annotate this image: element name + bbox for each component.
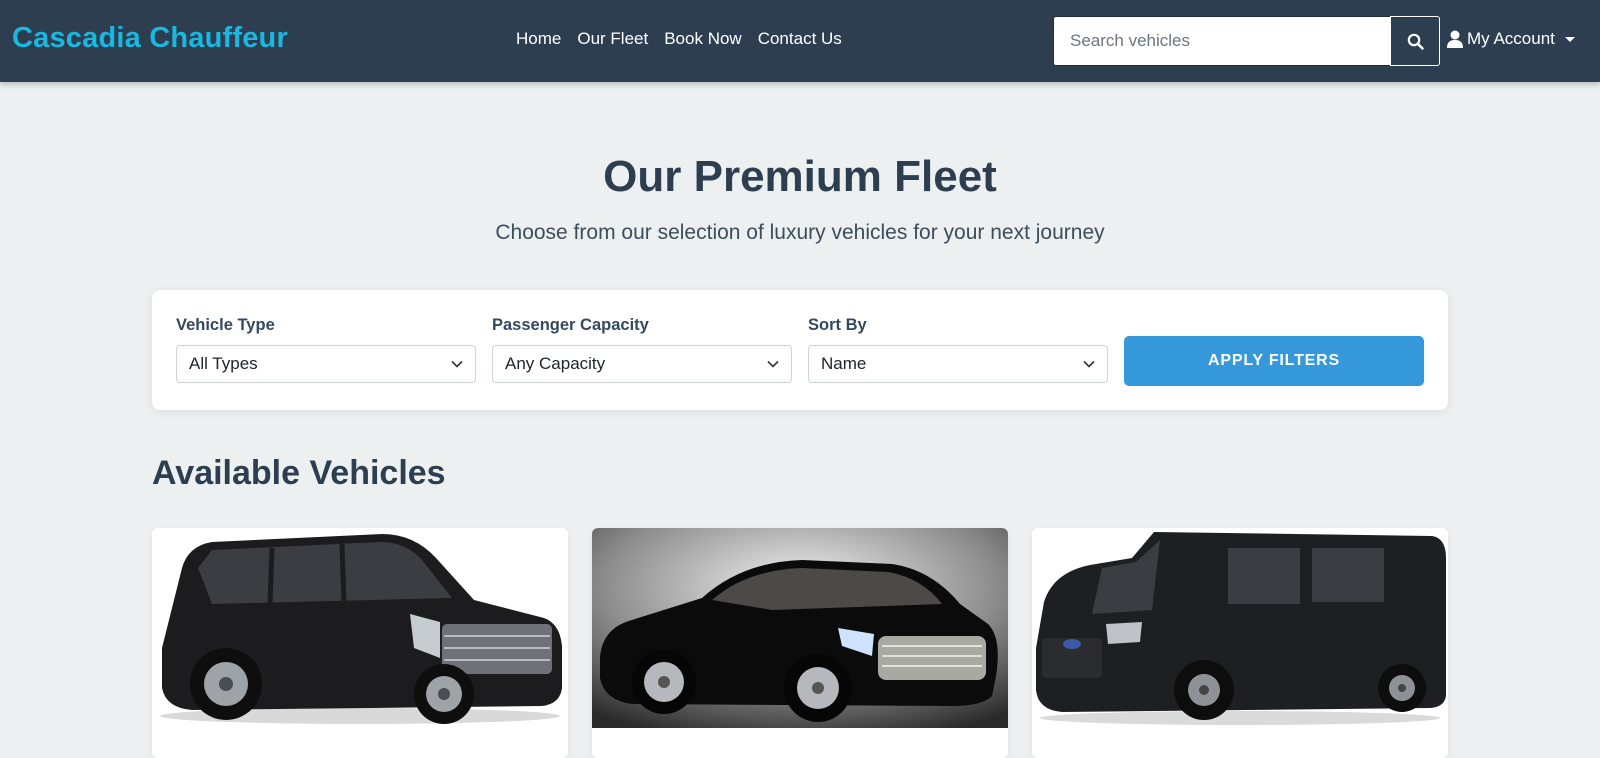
chevron-down-icon [451, 360, 463, 368]
brand-logo[interactable]: Cascadia Chauffeur [12, 22, 288, 55]
sort-filter: Sort By Name [808, 316, 1108, 383]
chevron-down-icon [767, 360, 779, 368]
vehicle-type-value: All Types [189, 354, 258, 373]
capacity-filter: Passenger Capacity Any Capacity [492, 316, 792, 383]
sort-select[interactable]: Name [808, 345, 1108, 383]
vehicle-card[interactable] [152, 528, 568, 758]
nav-our-fleet[interactable]: Our Fleet [569, 29, 656, 49]
page-subtitle: Choose from our selection of luxury vehi… [495, 221, 1105, 244]
nav-contact-us[interactable]: Contact Us [750, 29, 850, 49]
caret-down-icon [1564, 36, 1575, 42]
capacity-label: Passenger Capacity [492, 316, 649, 334]
page-title: Our Premium Fleet [603, 152, 997, 201]
user-icon [1447, 30, 1463, 48]
search-icon [1407, 33, 1424, 50]
capacity-value: Any Capacity [505, 354, 606, 373]
black-sedan-image [592, 528, 1008, 728]
filter-panel: Vehicle Type All Types Passenger Capacit… [152, 290, 1448, 410]
vehicle-type-select[interactable]: All Types [176, 345, 476, 383]
vehicle-type-label: Vehicle Type [176, 316, 275, 334]
section-title: Available Vehicles [152, 454, 446, 492]
sort-value: Name [821, 354, 867, 373]
navbar: Cascadia Chauffeur Home Our Fleet Book N… [0, 0, 1600, 82]
nav-book-now[interactable]: Book Now [656, 29, 749, 49]
capacity-select[interactable]: Any Capacity [492, 345, 792, 383]
my-account-label: My Account [1467, 29, 1555, 48]
black-suv-image [152, 528, 568, 728]
vehicle-card[interactable] [592, 528, 1008, 758]
sort-label: Sort By [808, 316, 867, 334]
search-button[interactable] [1390, 16, 1440, 66]
nav-home[interactable]: Home [508, 29, 569, 49]
nav-links: Home Our Fleet Book Now Contact Us [508, 29, 850, 49]
vehicle-type-filter: Vehicle Type All Types [176, 316, 476, 383]
search-input[interactable] [1053, 16, 1391, 66]
chevron-down-icon [1083, 360, 1095, 368]
vehicle-card[interactable] [1032, 528, 1448, 758]
my-account-dropdown[interactable]: My Account [1447, 29, 1575, 49]
black-van-image [1032, 528, 1448, 728]
apply-filters-button[interactable]: APPLY FILTERS [1124, 336, 1424, 386]
